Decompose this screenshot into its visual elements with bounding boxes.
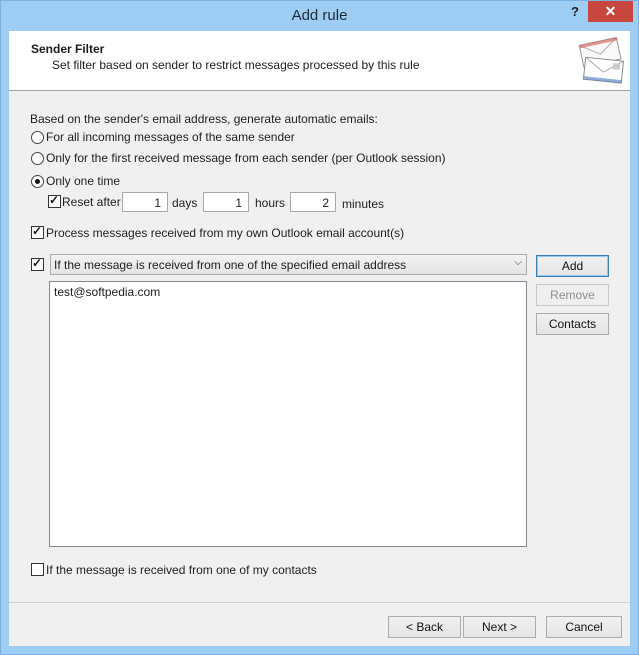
checkmark-icon: ✓ bbox=[49, 193, 60, 207]
contacts-only-label[interactable]: If the message is received from one of m… bbox=[46, 563, 317, 577]
radio-only-one-time-label[interactable]: Only one time bbox=[46, 174, 120, 188]
checkmark-icon: ✓ bbox=[32, 256, 43, 270]
next-button[interactable]: Next > bbox=[463, 616, 536, 638]
address-filter-selected: If the message is received from one of t… bbox=[54, 258, 407, 272]
add-button[interactable]: Add bbox=[536, 255, 609, 277]
list-item[interactable]: test@softpedia.com bbox=[54, 285, 160, 299]
radio-first-received[interactable] bbox=[31, 152, 44, 165]
wizard-header: Sender Filter Set filter based on sender… bbox=[9, 31, 630, 91]
title-bar[interactable]: Add rule ? ✕ bbox=[1, 1, 638, 31]
chevron-down-icon: ⌵ bbox=[514, 257, 522, 268]
radio-all-incoming[interactable] bbox=[31, 131, 44, 144]
radio-first-received-label[interactable]: Only for the first received message from… bbox=[46, 151, 446, 165]
days-label: days bbox=[172, 196, 198, 210]
days-field[interactable]: 1 bbox=[122, 192, 168, 212]
minutes-label: minutes bbox=[342, 197, 385, 211]
dialog-body: Sender Filter Set filter based on sender… bbox=[9, 31, 630, 646]
contacts-only-checkbox[interactable] bbox=[31, 563, 44, 576]
back-button[interactable]: < Back bbox=[388, 616, 461, 638]
address-list[interactable]: test@softpedia.com bbox=[49, 281, 527, 547]
address-filter-dropdown[interactable]: If the message is received from one of t… bbox=[50, 254, 527, 275]
filter-intro-text: Based on the sender's email address, gen… bbox=[30, 112, 378, 126]
contacts-button[interactable]: Contacts bbox=[536, 313, 609, 335]
minutes-field[interactable]: 2 bbox=[290, 192, 336, 212]
own-account-label[interactable]: Process messages received from my own Ou… bbox=[46, 226, 404, 240]
help-button[interactable]: ? bbox=[564, 4, 586, 24]
close-button[interactable]: ✕ bbox=[588, 1, 633, 22]
page-subtitle: Set filter based on sender to restrict m… bbox=[52, 58, 420, 72]
page-title: Sender Filter bbox=[31, 42, 105, 56]
hours-field[interactable]: 1 bbox=[203, 192, 249, 212]
own-account-checkbox[interactable]: ✓ bbox=[31, 224, 44, 239]
radio-only-one-time[interactable] bbox=[31, 175, 44, 188]
address-filter-checkbox[interactable]: ✓ bbox=[31, 256, 44, 271]
footer-divider bbox=[9, 602, 630, 603]
remove-button[interactable]: Remove bbox=[536, 284, 609, 306]
add-rule-dialog: Add rule ? ✕ Sender Filter Set filter ba… bbox=[0, 0, 639, 655]
radio-all-incoming-label[interactable]: For all incoming messages of the same se… bbox=[46, 130, 295, 144]
window-title: Add rule bbox=[291, 7, 348, 24]
cancel-button[interactable]: Cancel bbox=[546, 616, 622, 638]
envelopes-icon bbox=[578, 36, 625, 84]
reset-after-checkbox[interactable]: ✓ bbox=[48, 193, 61, 208]
checkmark-icon: ✓ bbox=[32, 224, 43, 238]
hours-label: hours bbox=[255, 196, 286, 210]
reset-after-label[interactable]: Reset after bbox=[62, 195, 121, 209]
